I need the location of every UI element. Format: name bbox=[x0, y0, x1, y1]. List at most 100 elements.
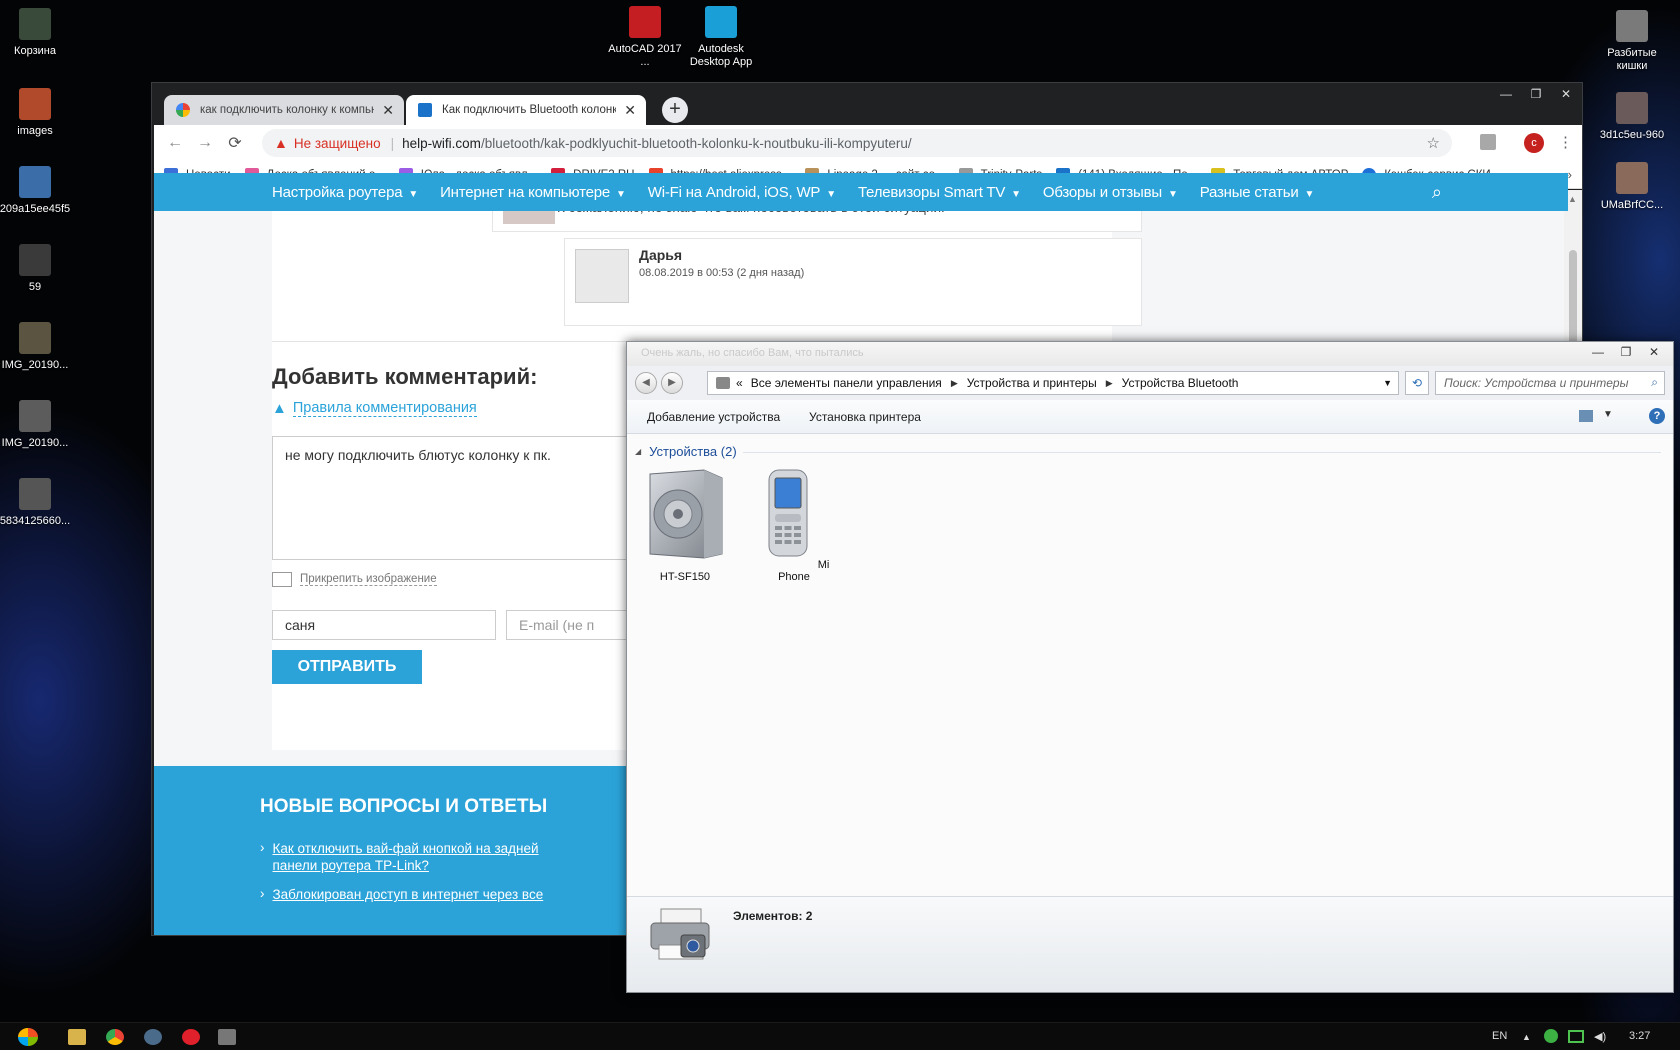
history-dropdown-icon[interactable]: ▼ bbox=[1383, 378, 1392, 388]
comment-date: 08.08.2019 в 00:53 (2 дня назад) bbox=[639, 267, 805, 279]
add-printer-button[interactable]: Установка принтера bbox=[809, 410, 921, 424]
browser-menu-icon[interactable]: ⋮ bbox=[1558, 133, 1573, 151]
desktop-icon-mp3[interactable]: 209a15ee45f5 bbox=[0, 166, 73, 216]
search-input[interactable]: Поиск: Устройства и принтеры ⌕ bbox=[1435, 371, 1665, 395]
forward-button[interactable]: ▶ bbox=[661, 372, 683, 394]
chevron-down-icon[interactable]: ▼ bbox=[1603, 409, 1613, 420]
search-icon[interactable]: ⌕ bbox=[1432, 182, 1442, 203]
chevron-right-icon: › bbox=[260, 886, 265, 901]
explorer-window: Очень жаль, но спасибо Вам, что пытались… bbox=[626, 341, 1674, 993]
bookmark-star-icon[interactable]: ☆ bbox=[1427, 134, 1440, 152]
breadcrumb-item[interactable]: Все элементы панели управления bbox=[751, 376, 942, 390]
explorer-address-row: ◀ ▶ « Все элементы панели управления ▶ У… bbox=[627, 366, 1673, 400]
desktop-icon-right-3[interactable]: UMaBrfCC... bbox=[1594, 162, 1670, 212]
question-link[interactable]: › Заблокирован доступ в интернет через в… bbox=[260, 886, 553, 903]
start-button-icon[interactable] bbox=[18, 1028, 38, 1046]
image-file-icon bbox=[19, 88, 51, 120]
minimize-button[interactable]: — bbox=[1585, 345, 1611, 359]
desktop-icon-autocad[interactable]: AutoCAD 2017 ... bbox=[607, 6, 683, 69]
url-host: help-wifi.com bbox=[402, 135, 481, 151]
desktop-icon-recycle-bin[interactable]: Корзина bbox=[0, 8, 73, 58]
menu-item[interactable]: Обзоры и отзывы ▼ bbox=[1043, 184, 1178, 201]
menu-item[interactable]: Разные статьи ▼ bbox=[1200, 184, 1315, 201]
submit-button[interactable]: ОТПРАВИТЬ bbox=[272, 650, 422, 684]
not-secure-label[interactable]: Не защищено bbox=[294, 136, 381, 151]
device-label: HT-SF150 bbox=[659, 571, 711, 583]
chrome-taskbar-icon[interactable] bbox=[106, 1029, 124, 1045]
forward-button[interactable]: → bbox=[190, 134, 220, 152]
chevron-down-icon: ▼ bbox=[1304, 188, 1315, 200]
blurred-background-text: Очень жаль, но спасибо Вам, что пытались bbox=[641, 347, 864, 359]
language-indicator[interactable]: EN bbox=[1492, 1030, 1507, 1042]
divider: | bbox=[390, 135, 395, 151]
explorer-taskbar-icon[interactable] bbox=[68, 1029, 86, 1045]
tab-help-wifi[interactable]: Как подключить Bluetooth колонку к ноутб… bbox=[406, 95, 646, 125]
desktop-icon-images[interactable]: images bbox=[0, 88, 73, 138]
reload-button[interactable]: ⟳ bbox=[220, 133, 250, 153]
volume-icon[interactable]: ◀) bbox=[1594, 1030, 1606, 1043]
add-device-button[interactable]: Добавление устройства bbox=[647, 410, 780, 424]
chevron-down-icon: ▼ bbox=[616, 188, 626, 200]
comment-rules[interactable]: ▲ Правила комментирования bbox=[272, 400, 477, 417]
router-icon bbox=[418, 103, 432, 117]
steam-taskbar-icon[interactable] bbox=[144, 1029, 162, 1045]
breadcrumb-item[interactable]: Устройства и принтеры bbox=[967, 376, 1097, 390]
clock[interactable]: 3:27 bbox=[1629, 1030, 1650, 1042]
rules-link[interactable]: Правила комментирования bbox=[292, 400, 477, 417]
overflow-chevron-icon[interactable]: « bbox=[736, 376, 743, 390]
menu-item[interactable]: Wi-Fi на Android, iOS, WP ▼ bbox=[648, 184, 836, 201]
profile-avatar[interactable]: с bbox=[1524, 133, 1544, 153]
desktop-icon-right-1[interactable]: Разбитые кишки bbox=[1594, 10, 1670, 73]
desktop-icon-right-2[interactable]: 3d1c5eu-960 bbox=[1594, 92, 1670, 142]
chevron-down-icon: ▼ bbox=[408, 188, 419, 200]
question-link[interactable]: › Как отключить вай-фай кнопкой на задне… bbox=[260, 840, 553, 874]
back-button[interactable]: ← bbox=[160, 134, 190, 152]
maximize-button[interactable]: ❐ bbox=[1613, 345, 1639, 359]
comment-darya: Дарья 08.08.2019 в 00:53 (2 дня назад) bbox=[564, 238, 1142, 326]
desktop-icon-img2[interactable]: IMG_20190... bbox=[0, 400, 73, 450]
scroll-up-icon[interactable]: ▲ bbox=[1568, 194, 1577, 204]
devices-taskbar-icon[interactable] bbox=[218, 1029, 236, 1045]
footer-title: НОВЫЕ ВОПРОСЫ И ОТВЕТЫ bbox=[260, 796, 548, 817]
update-check-icon[interactable] bbox=[1544, 1029, 1558, 1043]
breadcrumb-separator-icon[interactable]: ▶ bbox=[1106, 378, 1113, 389]
url-path: /bluetooth/kak-podklyuchit-bluetooth-kol… bbox=[480, 135, 912, 151]
breadcrumb[interactable]: « Все элементы панели управления ▶ Устро… bbox=[707, 371, 1399, 395]
refresh-button[interactable]: ⟲ bbox=[1405, 371, 1429, 395]
menu-item[interactable]: Телевизоры Smart TV ▼ bbox=[858, 184, 1021, 201]
avatar-placeholder-icon bbox=[575, 249, 629, 303]
desktop-icon-img1[interactable]: IMG_20190... bbox=[0, 322, 73, 372]
menu-item[interactable]: Интернет на компьютере ▼ bbox=[440, 184, 626, 201]
tab-google[interactable]: как подключить колонку к компьютеру ✕ bbox=[164, 95, 404, 125]
search-icon[interactable]: ⌕ bbox=[1651, 375, 1658, 390]
autodesk-icon bbox=[705, 6, 737, 38]
attach-image[interactable]: Прикрепить изображение bbox=[272, 572, 437, 587]
tab-close-icon[interactable]: ✕ bbox=[624, 102, 636, 119]
image-file-icon bbox=[1616, 162, 1648, 194]
address-bar[interactable]: ▲ Не защищено | help-wifi.com /bluetooth… bbox=[262, 129, 1452, 157]
network-icon[interactable] bbox=[1568, 1030, 1584, 1043]
device-mi-phone[interactable]: Mi Phone bbox=[749, 468, 839, 583]
desktop-icon-folder-59[interactable]: 59 bbox=[0, 244, 73, 294]
details-pane: Элементов: 2 bbox=[627, 896, 1673, 992]
breadcrumb-separator-icon[interactable]: ▶ bbox=[951, 378, 958, 389]
device-ht-sf150[interactable]: HT-SF150 bbox=[640, 468, 730, 583]
desktop-icon-autodesk-app[interactable]: Autodesk Desktop App bbox=[683, 6, 759, 69]
group-header[interactable]: ◢ Устройства (2) bbox=[635, 444, 737, 459]
browser-toolbar: ← → ⟳ ▲ Не защищено | help-wifi.com /blu… bbox=[154, 125, 1582, 161]
pdf-extension-icon[interactable] bbox=[1480, 134, 1496, 150]
show-hidden-icons-icon[interactable]: ▲ bbox=[1522, 1032, 1531, 1042]
desktop-icon-img3[interactable]: 5834125660... bbox=[0, 478, 73, 528]
opera-taskbar-icon[interactable] bbox=[182, 1029, 200, 1045]
close-button[interactable]: ✕ bbox=[1641, 345, 1667, 359]
view-options-icon[interactable] bbox=[1579, 410, 1593, 422]
breadcrumb-item[interactable]: Устройства Bluetooth bbox=[1122, 376, 1239, 390]
back-button[interactable]: ◀ bbox=[635, 372, 657, 394]
menu-item[interactable]: Настройка роутера ▼ bbox=[272, 184, 418, 201]
help-icon[interactable]: ? bbox=[1649, 408, 1665, 424]
collapse-triangle-icon[interactable]: ◢ bbox=[635, 447, 641, 456]
new-tab-button[interactable]: + bbox=[662, 97, 688, 123]
name-field[interactable]: саня bbox=[272, 610, 496, 640]
tab-close-icon[interactable]: ✕ bbox=[382, 102, 394, 119]
photo-icon bbox=[19, 478, 51, 510]
